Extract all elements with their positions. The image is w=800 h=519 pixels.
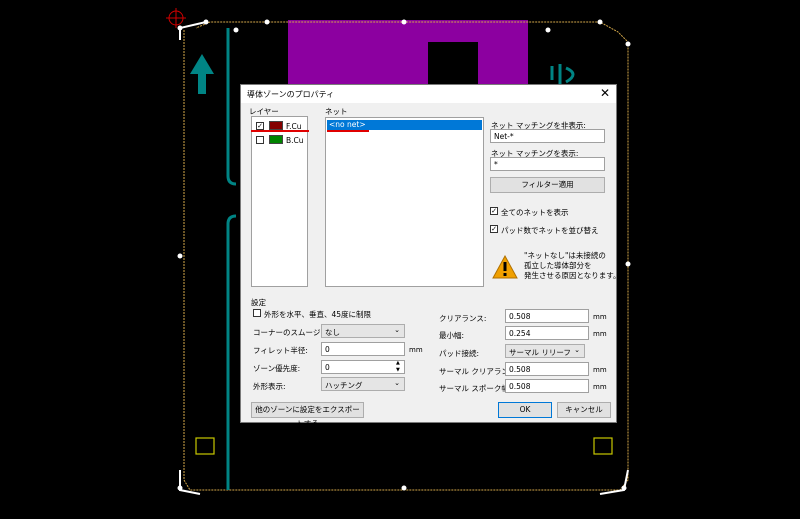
outline-display-select[interactable]: ハッチング ⌄ bbox=[321, 377, 405, 391]
pad-connection-value: サーマル リリーフ bbox=[509, 348, 571, 357]
thermal-spoke-unit: mm bbox=[593, 383, 607, 391]
ok-button[interactable]: OK bbox=[498, 402, 552, 418]
min-width-label: 最小幅: bbox=[439, 331, 465, 340]
dialog-title: 導体ゾーンのプロパティ bbox=[247, 90, 335, 99]
dialog-titlebar: 導体ゾーンのプロパティ ✕ bbox=[241, 85, 616, 103]
outline-display-label: 外形表示: bbox=[253, 382, 286, 391]
fillet-radius-unit: mm bbox=[409, 346, 423, 354]
warning-icon bbox=[492, 255, 518, 279]
thermal-clearance-unit: mm bbox=[593, 366, 607, 374]
export-settings-button[interactable]: 他のゾーンに設定をエクスポートする bbox=[251, 402, 364, 428]
pad-connection-label: パッド接続: bbox=[439, 349, 480, 358]
track-left bbox=[226, 28, 237, 186]
settings-heading: 設定 bbox=[251, 298, 266, 307]
clearance-label: クリアランス: bbox=[439, 314, 487, 323]
layer-bcu-checkbox[interactable] bbox=[256, 136, 264, 144]
track-left-lower bbox=[226, 214, 237, 490]
layer-bcu-color-swatch bbox=[269, 135, 283, 144]
outline-display-value: ハッチング bbox=[325, 381, 363, 390]
zone-priority-input[interactable]: 0 bbox=[321, 360, 405, 374]
zone-cutout bbox=[428, 42, 478, 84]
fillet-radius-label: フィレット半径: bbox=[253, 346, 308, 355]
zone-priority-spinner[interactable]: ▲ ▼ bbox=[396, 360, 400, 374]
corner-smoothing-value: なし bbox=[325, 328, 340, 337]
show-all-nets-label: 全てのネットを表示 bbox=[501, 208, 569, 217]
sort-by-pads-label: パッド数でネットを並び替え bbox=[501, 226, 599, 235]
cancel-button[interactable]: キャンセル bbox=[557, 402, 611, 418]
nets-list[interactable]: <no net> bbox=[325, 117, 484, 287]
layer-fcu-color-swatch bbox=[269, 121, 283, 130]
fillet-radius-input[interactable]: 0 bbox=[321, 342, 405, 356]
pad-bottom-right bbox=[593, 437, 613, 455]
apply-filter-button[interactable]: フィルター適用 bbox=[490, 177, 605, 193]
arrow-up-icon bbox=[190, 54, 214, 94]
nets-heading: ネット bbox=[325, 107, 348, 116]
layer-bcu-label: B.Cu bbox=[286, 136, 304, 145]
thermal-spoke-label: サーマル スポーク幅: bbox=[439, 384, 512, 393]
annotation-underline-layer bbox=[251, 130, 309, 132]
hide-match-input[interactable]: Net-* bbox=[490, 129, 605, 143]
chevron-down-icon: ⌄ bbox=[394, 326, 400, 334]
logo-mark bbox=[550, 64, 575, 84]
layers-list[interactable]: ✓ F.Cu B.Cu bbox=[251, 116, 308, 287]
pad-bottom-left bbox=[195, 437, 215, 455]
clearance-unit: mm bbox=[593, 313, 607, 321]
thermal-clearance-input[interactable]: 0.508 bbox=[505, 362, 589, 376]
show-all-nets-checkbox[interactable]: ✓ bbox=[490, 207, 498, 215]
close-icon[interactable]: ✕ bbox=[600, 86, 610, 100]
chevron-down-icon: ⌄ bbox=[574, 346, 580, 354]
min-width-unit: mm bbox=[593, 330, 607, 338]
corner-smoothing-select[interactable]: なし ⌄ bbox=[321, 324, 405, 338]
zone-priority-label: ゾーン優先度: bbox=[253, 364, 301, 373]
chevron-down-icon: ⌄ bbox=[394, 379, 400, 387]
sort-by-pads-checkbox[interactable]: ✓ bbox=[490, 225, 498, 233]
copper-zone bbox=[288, 20, 528, 84]
no-net-warning-text: "ネットなし"は未接続の 孤立した導体部分を 発生させる原因となります。 bbox=[524, 251, 621, 280]
constrain-outline-label: 外形を水平、垂直、45度に制限 bbox=[264, 310, 372, 319]
zone-properties-dialog: 導体ゾーンのプロパティ ✕ レイヤー ✓ F.Cu B.Cu ネット <no n… bbox=[240, 84, 621, 428]
show-match-input[interactable]: * bbox=[490, 157, 605, 171]
net-item-selected[interactable]: <no net> bbox=[327, 120, 482, 130]
layer-fcu-checkbox[interactable]: ✓ bbox=[256, 122, 264, 130]
clearance-input[interactable]: 0.508 bbox=[505, 309, 589, 323]
constrain-outline-checkbox[interactable] bbox=[253, 309, 261, 317]
min-width-input[interactable]: 0.254 bbox=[505, 326, 589, 340]
thermal-spoke-input[interactable]: 0.508 bbox=[505, 379, 589, 393]
annotation-underline-net bbox=[327, 130, 369, 132]
pad-connection-select[interactable]: サーマル リリーフ ⌄ bbox=[505, 344, 585, 358]
